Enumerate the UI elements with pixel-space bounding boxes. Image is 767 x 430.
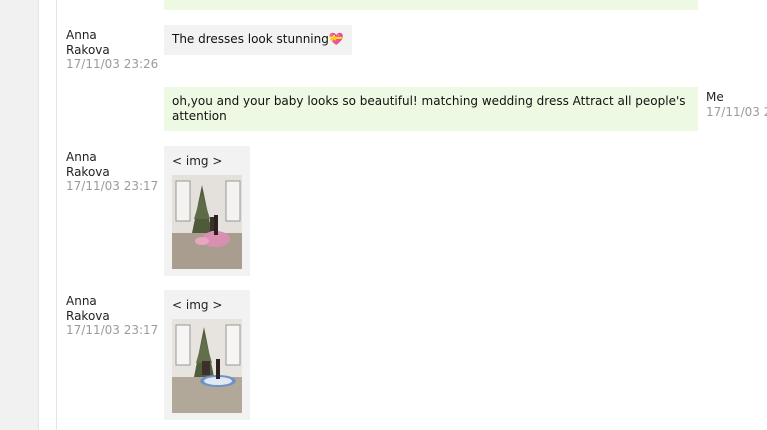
photo-image [172, 175, 242, 269]
image-label: < img > [172, 154, 223, 168]
image-message-bubble[interactable]: < img > [164, 290, 250, 420]
sender-name: Anna Rakova [66, 150, 110, 179]
message-timestamp: 17/11/03 23:26 [706, 104, 767, 119]
photo-image [172, 319, 242, 413]
image-label: < img > [172, 298, 223, 312]
sender-name: Anna Rakova [66, 28, 110, 57]
chat-window: Anna Rakova 17/11/03 23:26 The dresses l… [0, 0, 767, 430]
message-timestamp: 17/11/03 23:17 [66, 323, 159, 337]
message-bubble[interactable]: The dresses look stunning💝 [164, 25, 352, 55]
message-sender: Anna Rakova 17/11/03 23:26 [66, 28, 158, 72]
photo-thumbnail[interactable] [172, 175, 242, 269]
image-message-bubble[interactable]: < img > [164, 146, 250, 276]
message-text: The dresses look stunning💝 [172, 32, 344, 46]
message-timestamp: 17/11/03 23:26 [66, 57, 159, 71]
message-bubble[interactable]: oh,you and your baby looks so beautiful!… [164, 87, 698, 131]
message-text: oh,you and your baby looks so beautiful!… [172, 94, 686, 123]
message-sender: Me 17/11/03 23:26 [706, 90, 767, 119]
message-sender: Anna Rakova 17/11/03 23:17 [66, 150, 158, 194]
sender-name: Anna Rakova [66, 294, 110, 323]
sidebar-strip [0, 0, 39, 430]
sender-name: Me [706, 90, 724, 104]
message-bubble-partial [164, 0, 698, 10]
photo-thumbnail[interactable] [172, 319, 242, 413]
divider [56, 0, 57, 430]
message-timestamp: 17/11/03 23:17 [66, 179, 159, 193]
message-sender: Anna Rakova 17/11/03 23:17 [66, 294, 158, 338]
